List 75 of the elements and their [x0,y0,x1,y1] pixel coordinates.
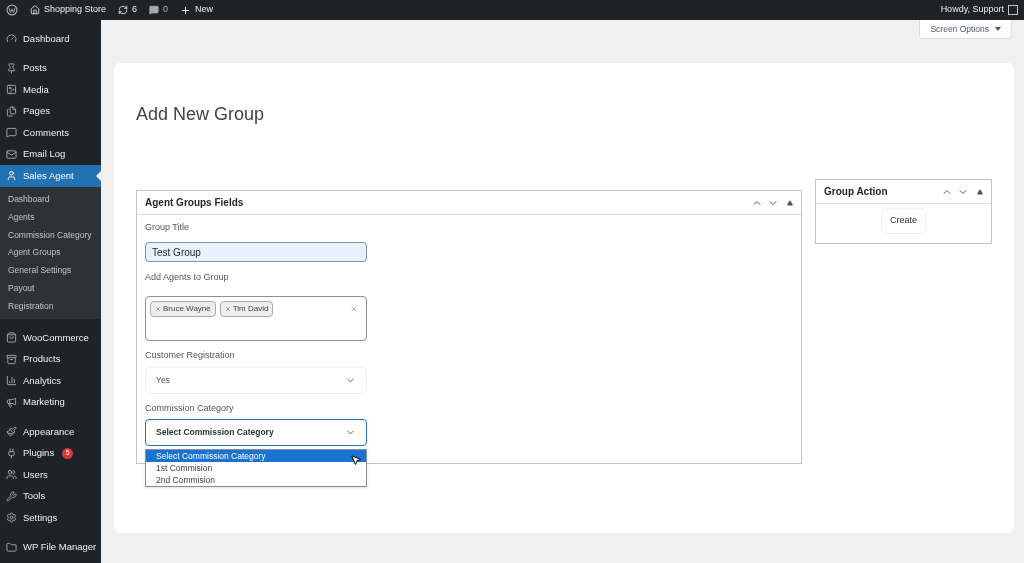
updates-link[interactable]: 6 [118,3,138,17]
menu-item[interactable]: Marketing [0,391,101,414]
menu-item[interactable]: Comments [0,122,101,144]
pin-icon [6,62,17,74]
dropdown-option[interactable]: 1st Commision [146,461,366,474]
collapse-icon[interactable] [977,188,983,195]
menu-item[interactable]: Sales Agent [0,165,101,187]
wrench-icon [6,490,17,502]
menu-item[interactable]: Users [0,464,101,486]
folder-icon [6,541,17,553]
menu-item[interactable]: Products [0,348,101,371]
gauge-icon [6,33,17,45]
settings-icon [6,512,17,524]
speech-bubble-icon [6,127,17,139]
remove-icon[interactable] [155,306,161,312]
box-icon [6,353,17,365]
panel-title: Group Action [824,185,888,199]
menu-item[interactable]: Appearance [0,421,101,443]
bag-icon [6,332,17,344]
new-link[interactable]: New [180,3,214,17]
submenu-item[interactable]: General Settings [0,261,101,280]
home-icon [30,5,40,15]
site-link[interactable]: Shopping Store [30,3,107,17]
dropdown-option[interactable]: 2nd Commision [146,473,366,486]
submenu-item[interactable]: Agent Groups [0,243,101,262]
page-title: Add New Group [136,103,266,126]
agent-tag[interactable]: Tim David [219,301,274,317]
envelope-icon [6,148,17,160]
account-link[interactable]: Howdy, Support [940,3,1018,17]
pages-icon [6,105,17,117]
menu-item[interactable]: WP File Manager [0,536,101,559]
dropdown-option[interactable]: Select Commission Category [146,449,366,462]
select-field[interactable]: Select Commission Category [145,419,367,446]
select-field[interactable]: Yes [145,366,367,394]
plus-icon [180,4,192,16]
submenu-item[interactable]: Agents [0,208,101,227]
remove-icon[interactable] [224,306,231,312]
collapse-icon[interactable] [787,199,793,206]
field-label: Add Agents to Group [145,270,230,284]
menu-item[interactable]: Tools [0,485,101,508]
menu-item[interactable]: Settings [0,507,101,529]
screen-options-button[interactable]: Screen Options [919,20,1012,39]
cursor-icon [350,453,362,466]
panel-title: Agent Groups Fields [145,196,244,210]
text-field[interactable]: Test Group [145,242,367,262]
submenu-item[interactable]: Commission Category [0,226,101,244]
field-label: Commission Category [145,401,235,415]
submenu-item[interactable]: Payout [0,279,101,298]
menu-item[interactable]: Pages [0,100,101,122]
menu-item[interactable]: Posts [0,57,101,79]
plug-icon [6,447,17,459]
clear-icon[interactable] [350,305,358,313]
menu-item[interactable]: Analytics [0,370,101,392]
refresh-icon [118,5,129,15]
field-label: Group Title [145,221,191,234]
caret-down-icon [995,27,1001,31]
menu-item[interactable]: Dashboard [0,28,101,50]
logo-icon[interactable] [6,4,18,16]
submenu-item[interactable]: Registration [0,297,101,316]
megaphone-icon [6,396,17,408]
comments-link[interactable]: 0 [149,3,169,17]
menu-item[interactable]: Media [0,79,101,101]
speech-bubble-icon [149,5,160,15]
field-label: Customer Registration [145,349,236,362]
bar-chart-icon [6,375,17,387]
menu-item[interactable]: WooCommerce [0,327,101,349]
create-button[interactable]: Create [881,208,926,234]
agent-tag[interactable]: Bruce Wayne [150,301,216,317]
menu-item[interactable]: Email Log [0,143,101,165]
people-icon [6,469,17,481]
submenu-item[interactable]: Dashboard [0,190,101,209]
image-icon [6,84,17,96]
brush-icon [6,426,17,438]
tags-field[interactable]: Bruce Wayne Tim David [145,296,367,341]
person-icon [6,170,17,182]
